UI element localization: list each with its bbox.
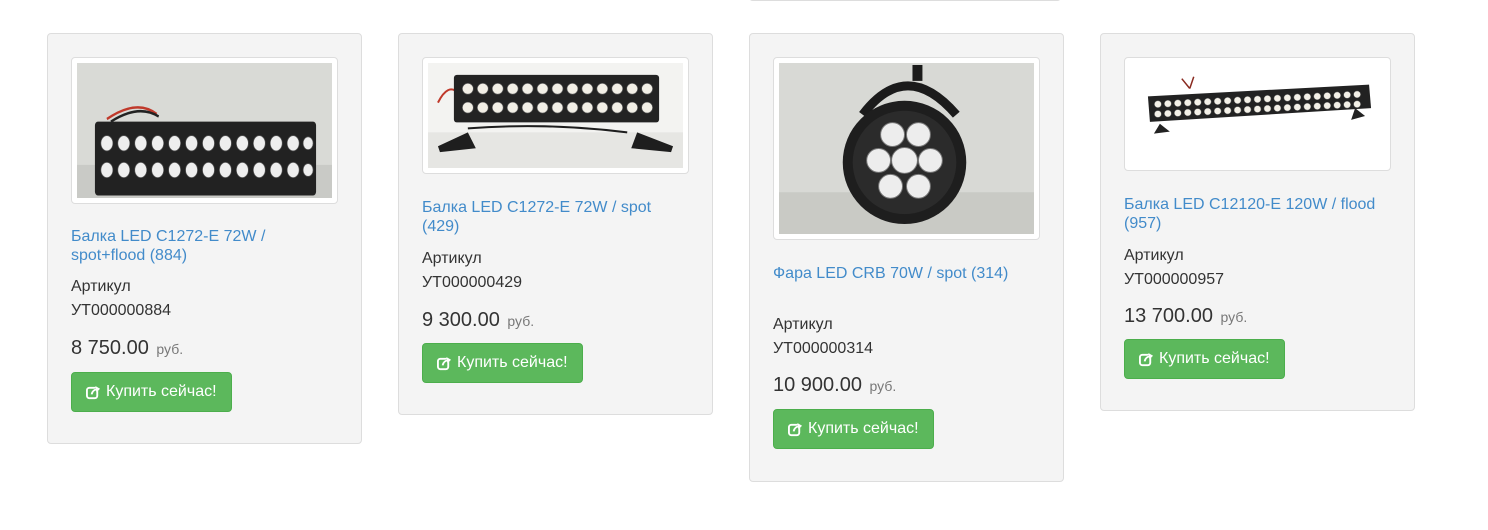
share-square-icon: [1139, 352, 1154, 366]
buy-now-button[interactable]: Купить сейчас!: [71, 372, 232, 412]
share-square-icon: [788, 422, 803, 436]
buy-button-label: Купить сейчас!: [808, 420, 919, 437]
buy-now-button[interactable]: Купить сейчас!: [422, 343, 583, 383]
buy-button-label: Купить сейчас!: [1159, 350, 1270, 367]
product-price: 9 300.00 руб.: [422, 308, 534, 333]
price-currency: руб.: [156, 341, 184, 357]
product-price: 13 700.00 руб.: [1124, 304, 1247, 329]
price-amount: 9 300.00: [422, 309, 500, 331]
share-square-icon: [86, 385, 101, 399]
sku-label: Артикул: [71, 278, 131, 295]
sku-value: УТ000000429: [422, 274, 523, 291]
product-price: 8 750.00 руб.: [71, 336, 183, 361]
product-card: Балка LED C1272-E 72W / spot (429) Артик…: [398, 33, 713, 415]
sku-value: УТ000000884: [71, 302, 172, 319]
product-price: 10 900.00 руб.: [773, 373, 896, 398]
sku-value: УТ000000957: [1124, 271, 1225, 288]
share-square-icon: [437, 356, 452, 370]
product-title-link[interactable]: Балка LED C12120-E 120W / flood (957): [1124, 196, 1394, 233]
price-currency: руб.: [1220, 309, 1248, 325]
product-title-link[interactable]: Балка LED C1272-E 72W / spot+flood (884): [71, 228, 341, 265]
price-currency: руб.: [869, 378, 897, 394]
product-card: Фара LED CRB 70W / spot (314) Артикул УТ…: [749, 33, 1064, 482]
product-image[interactable]: [71, 57, 338, 204]
sku-label: Артикул: [1124, 247, 1184, 264]
product-title-link[interactable]: Балка LED C1272-E 72W / spot (429): [422, 199, 692, 236]
buy-now-button[interactable]: Купить сейчас!: [1124, 339, 1285, 379]
product-title-link[interactable]: Фара LED CRB 70W / spot (314): [773, 265, 1043, 284]
sku-label: Артикул: [422, 250, 482, 267]
buy-button-label: Купить сейчас!: [106, 383, 217, 400]
led-light-bar-image: [1130, 63, 1385, 165]
price-currency: руб.: [507, 313, 535, 329]
product-image[interactable]: [773, 57, 1040, 240]
price-amount: 13 700.00: [1124, 305, 1213, 327]
price-amount: 10 900.00: [773, 374, 862, 396]
product-image[interactable]: [422, 57, 689, 174]
led-light-bar-image: [77, 63, 332, 198]
buy-button-label: Купить сейчас!: [457, 354, 568, 371]
sku-label: Артикул: [773, 316, 833, 333]
product-card: Балка LED C1272-E 72W / spot+flood (884)…: [47, 33, 362, 444]
buy-now-button[interactable]: Купить сейчас!: [773, 409, 934, 449]
product-image[interactable]: [1124, 57, 1391, 171]
partial-card-edge: [749, 0, 1061, 1]
product-card: Балка LED C12120-E 120W / flood (957) Ар…: [1100, 33, 1415, 411]
price-amount: 8 750.00: [71, 337, 149, 359]
led-light-bar-image: [428, 63, 683, 168]
sku-value: УТ000000314: [773, 340, 874, 357]
round-led-headlight-image: [779, 63, 1034, 234]
